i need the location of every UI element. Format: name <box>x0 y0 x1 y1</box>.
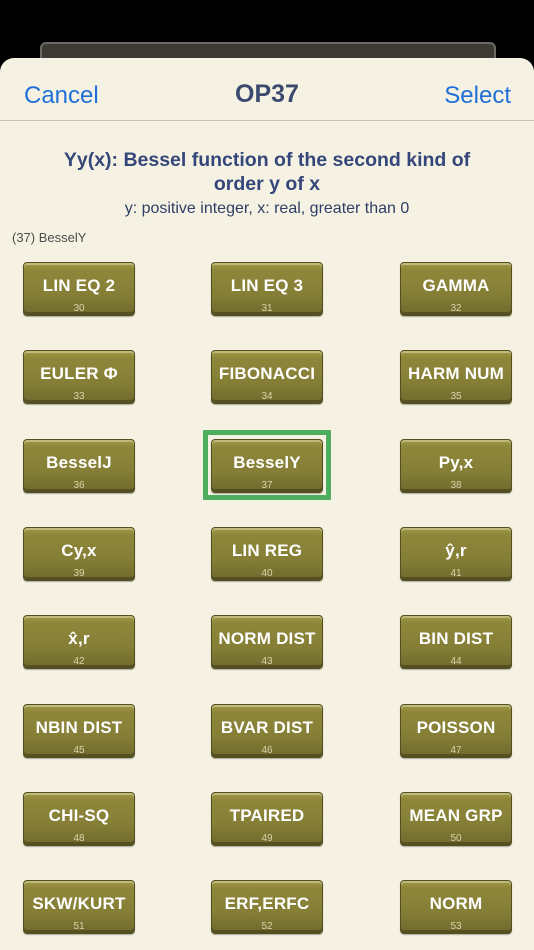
function-key-label: NBIN DIST <box>35 718 123 737</box>
function-key-label: x̂,r <box>68 629 90 648</box>
function-key-52[interactable]: ERF,ERFC 52 <box>211 880 323 934</box>
function-key-number: 46 <box>261 745 273 756</box>
function-key-label: HARM NUM <box>407 364 505 383</box>
function-key-46[interactable]: BVAR DIST 46 <box>211 704 323 758</box>
function-key-35[interactable]: HARM NUM 35 <box>400 350 512 404</box>
function-key-label: POISSON <box>416 718 496 737</box>
function-key-label: LIN EQ 2 <box>42 276 116 295</box>
function-key-grid: LIN EQ 2 30 LIN EQ 3 31 GAMMA 32 EULER Φ 33 FIBO… <box>0 58 534 950</box>
function-key-label: LIN REG <box>231 541 303 560</box>
function-key-32[interactable]: GAMMA 32 <box>400 262 512 316</box>
function-key-label: NORM <box>429 894 483 913</box>
function-key-number: 34 <box>261 391 273 402</box>
function-key-label: TPAIRED <box>229 806 305 825</box>
function-key-number: 41 <box>450 568 462 579</box>
function-key-label: SKW/KURT <box>32 894 126 913</box>
function-key-42[interactable]: x̂,r 42 <box>23 615 135 669</box>
function-key-label: FIBONACCI <box>218 364 316 383</box>
function-key-30[interactable]: LIN EQ 2 30 <box>23 262 135 316</box>
function-key-number: 33 <box>73 391 85 402</box>
function-key-number: 45 <box>73 745 85 756</box>
function-key-number: 38 <box>450 480 462 491</box>
function-key-36[interactable]: BesselJ 36 <box>23 439 135 493</box>
function-key-label: Py,x <box>438 453 474 472</box>
function-key-44[interactable]: BIN DIST 44 <box>400 615 512 669</box>
function-key-number: 52 <box>261 921 273 932</box>
function-key-43[interactable]: NORM DIST 43 <box>211 615 323 669</box>
function-key-label: LIN EQ 3 <box>230 276 304 295</box>
function-key-label: BesselJ <box>46 453 112 472</box>
function-key-45[interactable]: NBIN DIST 45 <box>23 704 135 758</box>
function-key-50[interactable]: MEAN GRP 50 <box>400 792 512 846</box>
function-key-number: 44 <box>450 656 462 667</box>
selection-highlight <box>203 430 331 500</box>
function-key-label: Cy,x <box>61 541 97 560</box>
function-key-number: 42 <box>73 656 85 667</box>
function-key-49[interactable]: TPAIRED 49 <box>211 792 323 846</box>
function-key-41[interactable]: ŷ,r 41 <box>400 527 512 581</box>
function-key-47[interactable]: POISSON 47 <box>400 704 512 758</box>
function-key-38[interactable]: Py,x 38 <box>400 439 512 493</box>
function-key-number: 53 <box>450 921 462 932</box>
function-key-number: 39 <box>73 568 85 579</box>
function-key-number: 47 <box>450 745 462 756</box>
function-key-label: ŷ,r <box>445 541 467 560</box>
function-key-number: 32 <box>450 303 462 314</box>
function-key-51[interactable]: SKW/KURT 51 <box>23 880 135 934</box>
function-key-number: 43 <box>261 656 273 667</box>
function-key-33[interactable]: EULER Φ 33 <box>23 350 135 404</box>
function-key-40[interactable]: LIN REG 40 <box>211 527 323 581</box>
function-key-label: CHI-SQ <box>48 806 110 825</box>
function-picker-sheet: Cancel OP37 Select Yy(x): Bessel functio… <box>0 58 534 950</box>
function-key-label: MEAN GRP <box>409 806 503 825</box>
function-key-39[interactable]: Cy,x 39 <box>23 527 135 581</box>
function-key-number: 35 <box>450 391 462 402</box>
function-key-31[interactable]: LIN EQ 3 31 <box>211 262 323 316</box>
function-key-53[interactable]: NORM 53 <box>400 880 512 934</box>
function-key-number: 49 <box>261 833 273 844</box>
function-key-34[interactable]: FIBONACCI 34 <box>211 350 323 404</box>
function-key-number: 36 <box>73 480 85 491</box>
function-key-label: BIN DIST <box>418 629 494 648</box>
function-key-label: EULER Φ <box>40 364 118 383</box>
function-key-number: 51 <box>73 921 85 932</box>
function-key-label: ERF,ERFC <box>224 894 310 913</box>
function-key-48[interactable]: CHI-SQ 48 <box>23 792 135 846</box>
function-key-number: 50 <box>450 833 462 844</box>
function-key-label: NORM DIST <box>218 629 316 648</box>
function-key-label: GAMMA <box>422 276 490 295</box>
function-key-number: 40 <box>261 568 273 579</box>
function-key-number: 48 <box>73 833 85 844</box>
function-key-number: 30 <box>73 303 85 314</box>
function-key-label: BVAR DIST <box>220 718 314 737</box>
function-key-number: 31 <box>261 303 273 314</box>
